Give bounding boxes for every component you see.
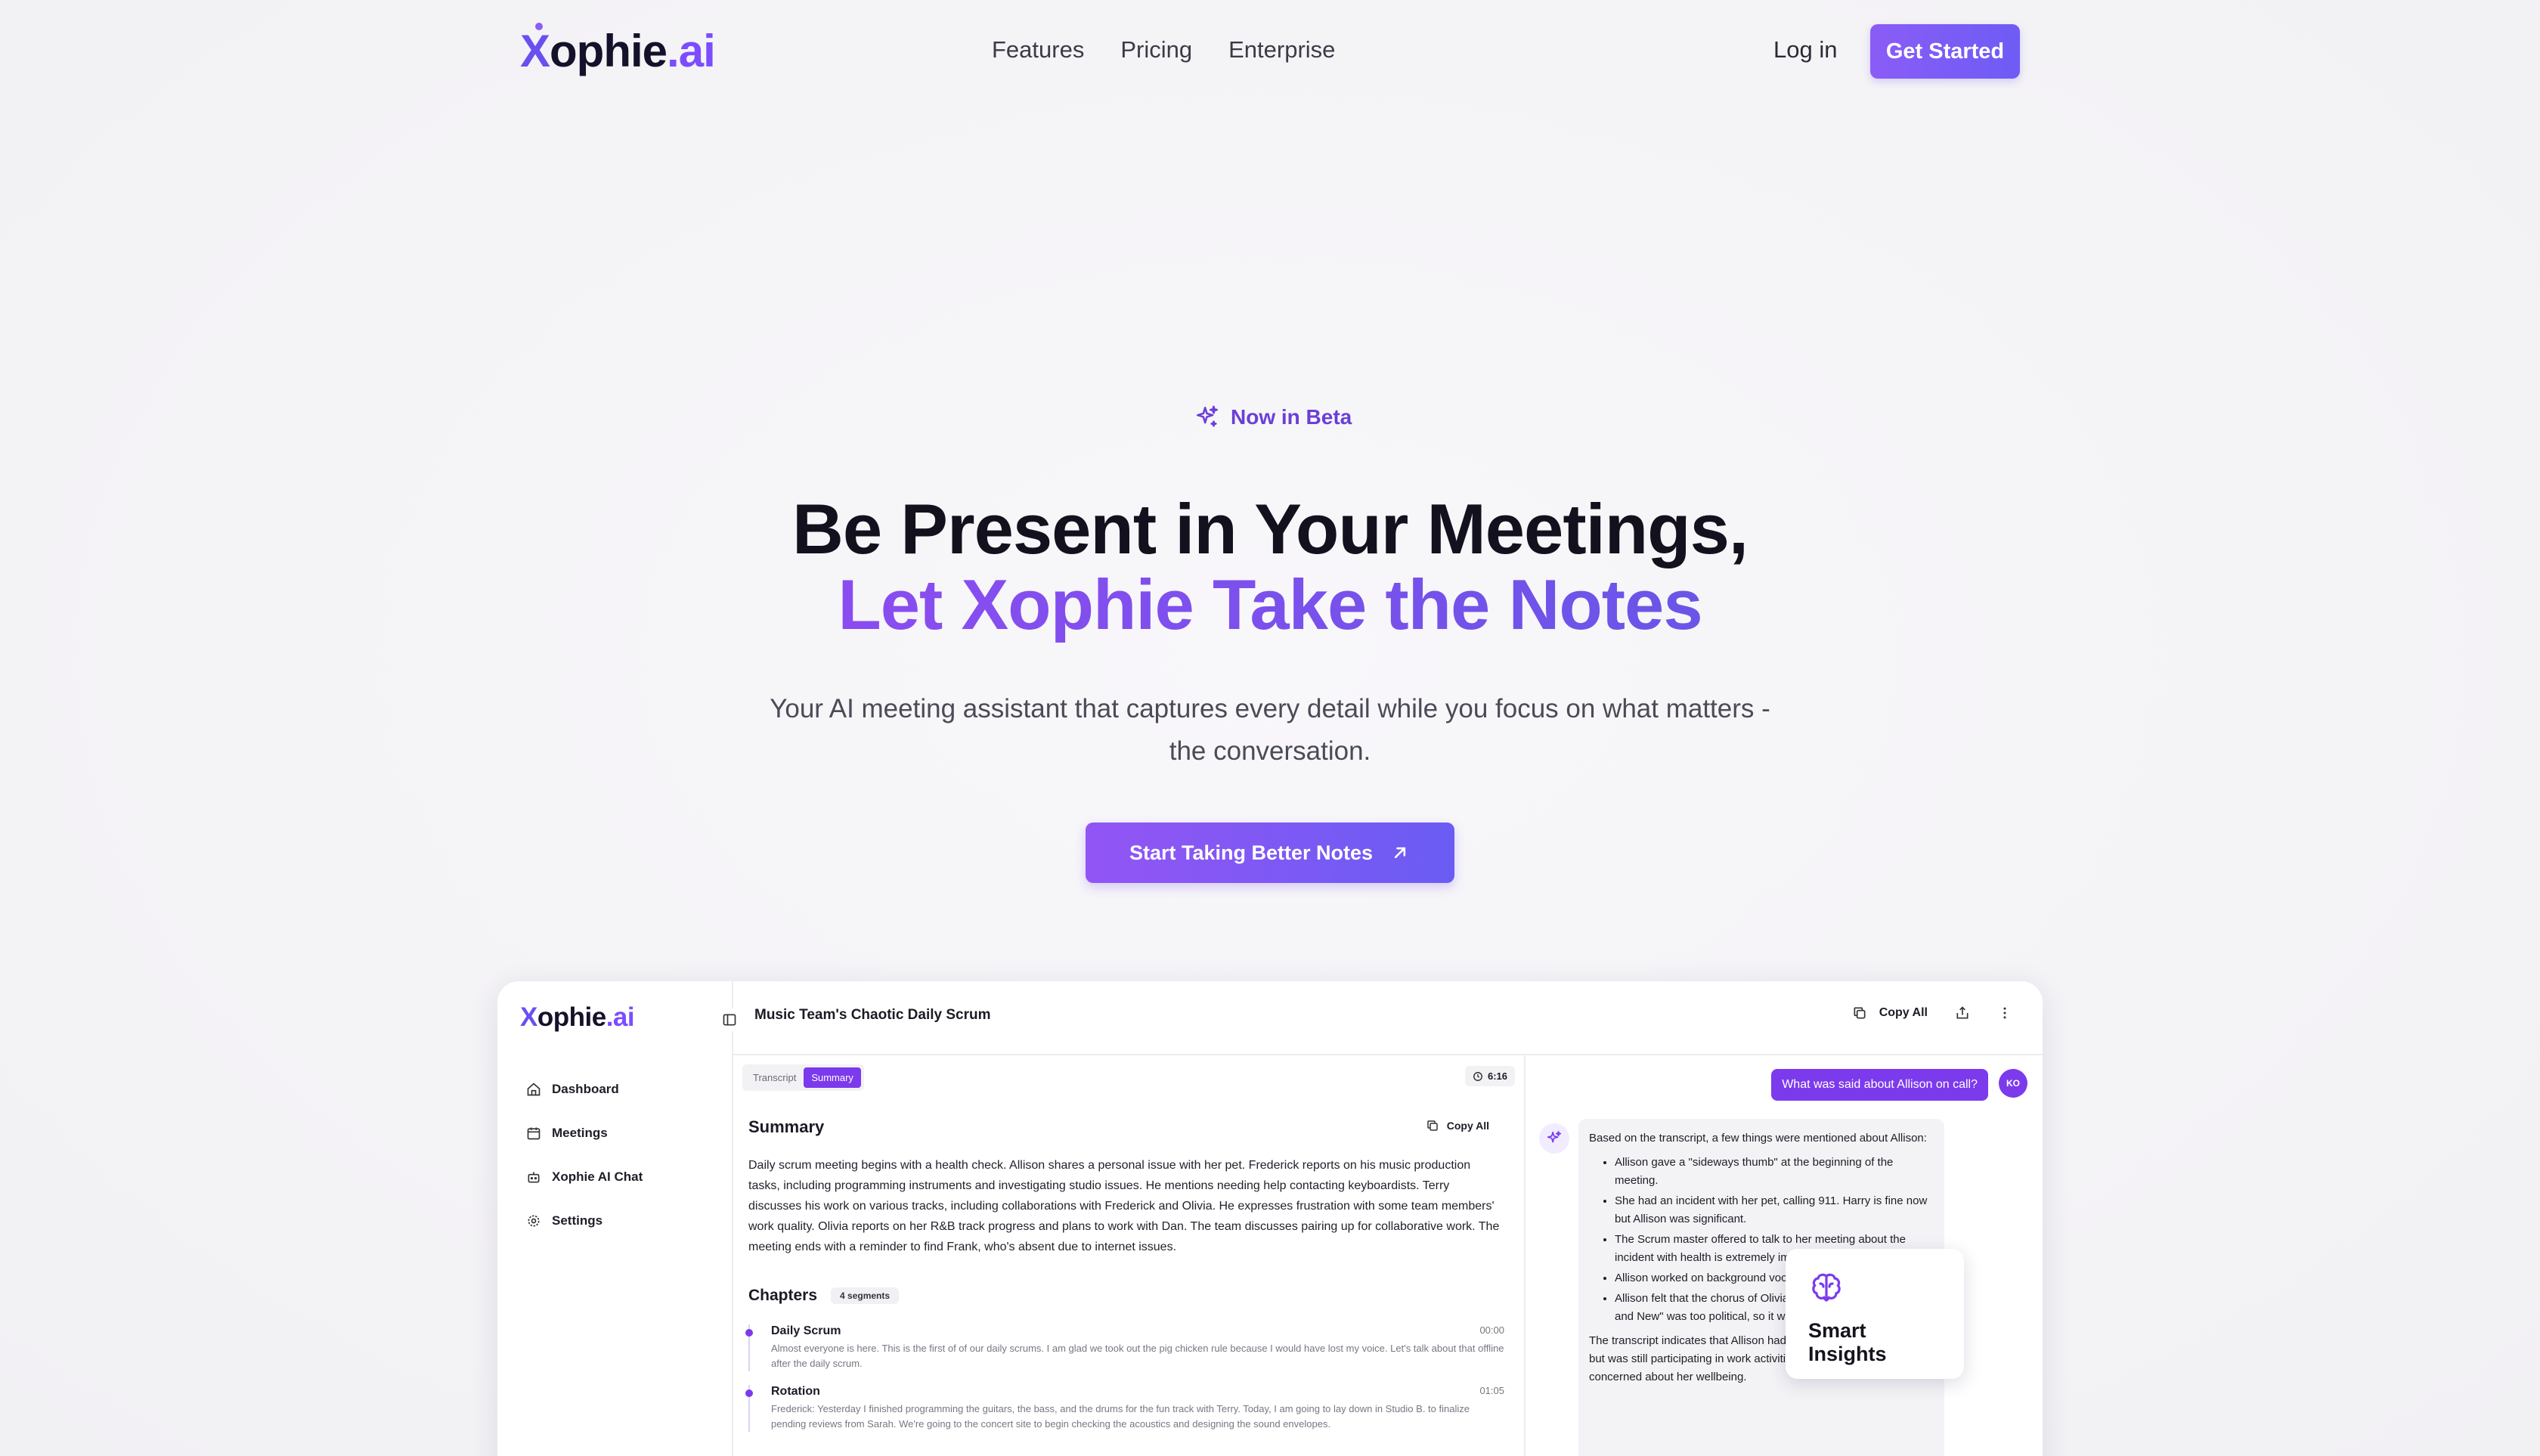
ai-avatar bbox=[1539, 1123, 1569, 1154]
user-question-bubble: What was said about Allison on call? bbox=[1771, 1069, 1988, 1101]
sparkles-icon bbox=[1547, 1131, 1562, 1143]
sidebar-menu: Dashboard Meetings Xophie AI Chat Settin… bbox=[526, 1067, 643, 1243]
app-logo[interactable]: Xophie.ai bbox=[520, 1002, 635, 1033]
sidebar-label: Dashboard bbox=[552, 1082, 619, 1096]
chapter-item[interactable]: Daily Scrum 00:00 Almost everyone is here… bbox=[745, 1324, 1504, 1371]
calendar-icon bbox=[527, 1127, 541, 1140]
summary-copy-button[interactable]: Copy All bbox=[1426, 1119, 1489, 1132]
get-started-button[interactable]: Get Started bbox=[1870, 24, 2020, 79]
more-vertical-icon[interactable] bbox=[1997, 1005, 2012, 1021]
copy-icon bbox=[1426, 1120, 1438, 1131]
summary-copy-label: Copy All bbox=[1446, 1120, 1489, 1132]
chapter-time: 01:05 bbox=[1479, 1385, 1504, 1396]
summary-panel: Transcript Summary 6:16 Summary Copy All… bbox=[733, 1055, 1526, 1456]
answer-intro: Based on the transcript, a few things we… bbox=[1589, 1132, 1927, 1145]
hero-title: Be Present in Your Meetings, Let Xophie … bbox=[0, 491, 2540, 643]
view-tabs: Transcript Summary bbox=[742, 1064, 864, 1091]
meeting-title: Music Team's Chaotic Daily Scrum bbox=[754, 1007, 991, 1023]
app-topbar: Music Team's Chaotic Daily Scrum Copy Al… bbox=[733, 981, 2043, 1055]
app-preview: Xophie.ai Dashboard Meetings Xophie AI C… bbox=[497, 981, 2043, 1456]
chapter-time: 00:00 bbox=[1479, 1324, 1504, 1336]
home-icon bbox=[527, 1083, 541, 1096]
sidebar-label: Settings bbox=[552, 1213, 603, 1228]
smart-insights-label: Smart Insights bbox=[1808, 1319, 1887, 1365]
chapters-header: Chapters 4 segments bbox=[748, 1287, 900, 1305]
chapters-list: Daily Scrum 00:00 Almost everyone is here… bbox=[745, 1324, 1504, 1445]
copy-icon bbox=[1854, 1007, 1866, 1019]
summary-text: Daily scrum meeting begins with a health… bbox=[748, 1159, 1500, 1253]
sidebar-label: Meetings bbox=[552, 1126, 608, 1140]
smart-insights-card: Smart Insights bbox=[1786, 1249, 1964, 1379]
tab-transcript[interactable]: Transcript bbox=[745, 1067, 804, 1088]
answer-bullet: She had an incident with her pet, callin… bbox=[1615, 1192, 1934, 1228]
hero-title-line2: Let Xophie Take the Notes bbox=[838, 565, 1702, 644]
chapter-text: Frederick: Yesterday I finished programm… bbox=[771, 1403, 1470, 1430]
clock-icon bbox=[1473, 1071, 1482, 1081]
chapters-count-badge: 4 segments bbox=[831, 1287, 900, 1304]
chapters-title: Chapters bbox=[748, 1287, 818, 1304]
nav-link-pricing[interactable]: Pricing bbox=[1120, 33, 1192, 67]
arrow-up-right-icon bbox=[1394, 847, 1406, 859]
start-notes-button[interactable]: Start Taking Better Notes bbox=[1086, 822, 1454, 883]
sidebar-item-meetings[interactable]: Meetings bbox=[526, 1111, 643, 1155]
summary-heading: Summary bbox=[748, 1117, 825, 1136]
topbar-actions: Copy All bbox=[1852, 1005, 2012, 1021]
chat-panel: What was said about Allison on call? KO … bbox=[1526, 1055, 2043, 1456]
share-icon[interactable] bbox=[1955, 1005, 1970, 1021]
sidebar-item-ai-chat[interactable]: Xophie AI Chat bbox=[526, 1155, 643, 1199]
start-notes-label: Start Taking Better Notes bbox=[1129, 841, 1374, 864]
bot-icon bbox=[528, 1172, 540, 1183]
copy-all-label: Copy All bbox=[1879, 1006, 1928, 1019]
brand-logo[interactable]: Xophie.ai bbox=[520, 23, 716, 80]
duration-badge: 6:16 bbox=[1464, 1066, 1515, 1086]
beta-label: Now in Beta bbox=[1231, 405, 1352, 429]
chapter-name: Rotation bbox=[771, 1385, 820, 1398]
top-nav: Xophie.ai Features Pricing Enterprise Lo… bbox=[0, 0, 2540, 101]
beta-badge: Now in Beta bbox=[1194, 402, 1352, 432]
sidebar-item-dashboard[interactable]: Dashboard bbox=[526, 1067, 643, 1111]
gear-icon bbox=[528, 1215, 540, 1227]
app-sidebar: Xophie.ai Dashboard Meetings Xophie AI C… bbox=[497, 981, 733, 1456]
tab-summary[interactable]: Summary bbox=[804, 1067, 861, 1088]
sidebar-label: Xophie AI Chat bbox=[552, 1169, 643, 1184]
hero-title-line1: Be Present in Your Meetings, bbox=[792, 489, 1749, 568]
login-link[interactable]: Log in bbox=[1773, 33, 1837, 67]
chapter-name: Daily Scrum bbox=[771, 1324, 841, 1337]
nav-link-features[interactable]: Features bbox=[992, 33, 1084, 67]
answer-bullet: Allison gave a "sideways thumb" at the b… bbox=[1615, 1154, 1934, 1190]
copy-all-button[interactable]: Copy All bbox=[1852, 1005, 1928, 1021]
sidebar-item-settings[interactable]: Settings bbox=[526, 1199, 643, 1243]
sparkles-icon bbox=[1196, 405, 1219, 427]
landing-page: Xophie.ai Features Pricing Enterprise Lo… bbox=[0, 0, 2540, 1456]
duration-value: 6:16 bbox=[1487, 1070, 1507, 1082]
chapter-text: Almost everyone is here. This is the fir… bbox=[771, 1343, 1504, 1369]
avatar: KO bbox=[1999, 1069, 2027, 1098]
hero-subtitle: Your AI meeting assistant that captures … bbox=[770, 694, 1770, 766]
nav-links: Features Pricing Enterprise bbox=[992, 33, 1335, 67]
chapter-item[interactable]: Rotation 01:05 Frederick: Yesterday I fin… bbox=[745, 1385, 1504, 1432]
brain-icon bbox=[1812, 1273, 1841, 1302]
nav-link-enterprise[interactable]: Enterprise bbox=[1228, 33, 1335, 67]
